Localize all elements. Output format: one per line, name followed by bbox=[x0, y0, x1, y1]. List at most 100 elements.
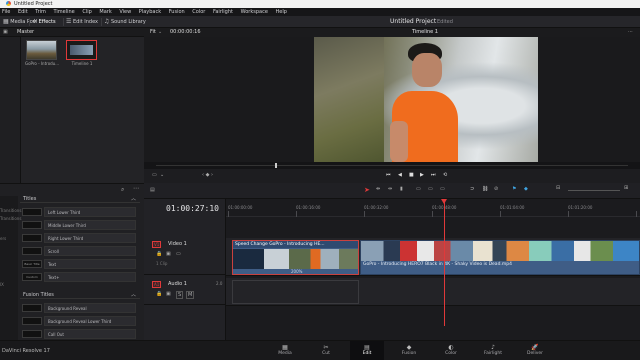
marker-icon[interactable]: ◆ bbox=[524, 186, 528, 192]
auto-select-icon[interactable]: ▣ bbox=[166, 291, 171, 297]
view-options-icon[interactable]: ▭ bbox=[152, 172, 157, 178]
collapse-icon[interactable]: ︿ bbox=[131, 291, 136, 299]
skip-to-end-icon[interactable]: ⏭ bbox=[431, 172, 436, 178]
more-options-icon[interactable]: ⋯ bbox=[628, 28, 633, 37]
stop-icon[interactable]: ■ bbox=[409, 172, 414, 178]
replace-clip-icon[interactable]: ▭ bbox=[440, 186, 445, 192]
video-frame[interactable] bbox=[314, 37, 538, 162]
skip-to-start-icon[interactable]: ⏮ bbox=[386, 172, 391, 178]
zoom-slider[interactable] bbox=[568, 190, 620, 191]
category-filters[interactable]: ers bbox=[0, 236, 6, 241]
menu-item-fusion[interactable]: Fusion bbox=[169, 9, 185, 15]
title-text-plus[interactable]: Custom TitleText+ bbox=[22, 272, 136, 282]
category-transitions[interactable]: Transitions bbox=[0, 208, 21, 213]
fusion-title-background-reveal-lower-third[interactable]: Background Reveal Lower Third bbox=[22, 316, 136, 326]
play-icon[interactable]: ▶ bbox=[420, 172, 424, 178]
fusion-titles-header[interactable]: Fusion Titles ︿ bbox=[20, 291, 140, 299]
timeline-view-options-icon[interactable]: ▤ bbox=[150, 187, 155, 193]
page-deliver[interactable]: 🚀 Deliver bbox=[518, 341, 552, 360]
clip-thumbnail-gopro[interactable] bbox=[26, 40, 57, 60]
menu-item-fairlight[interactable]: Fairlight bbox=[213, 9, 233, 15]
edit-index-button[interactable]: ☰ Edit Index bbox=[66, 16, 98, 28]
search-icon[interactable]: ⌕ bbox=[121, 186, 124, 194]
snapping-icon[interactable]: ⊃ bbox=[470, 186, 474, 192]
lock-icon[interactable]: 🔒 bbox=[156, 251, 162, 257]
fusion-title-call-out[interactable]: Call Out bbox=[22, 329, 136, 339]
menu-item-help[interactable]: Help bbox=[276, 9, 287, 15]
reverse-play-icon[interactable]: ◀ bbox=[398, 172, 402, 178]
auto-select-icon[interactable]: ▣ bbox=[166, 251, 171, 257]
fit-zoom-selector[interactable]: Fit bbox=[150, 28, 156, 37]
bin-list-icon[interactable]: ▣ bbox=[3, 28, 8, 37]
selection-tool-icon[interactable]: ➤ bbox=[364, 186, 370, 194]
menu-item-file[interactable]: File bbox=[2, 9, 10, 15]
clip-thumbnail-timeline[interactable] bbox=[66, 40, 97, 60]
title-middle-lower-third[interactable]: Middle Lower Third bbox=[22, 220, 136, 230]
category-transitions-2[interactable]: Transitions bbox=[0, 216, 21, 221]
video-clip-gopro[interactable]: GoPro - Introducing HERO7 Black in 4K - … bbox=[360, 240, 640, 275]
menu-item-mark[interactable]: Mark bbox=[99, 9, 111, 15]
insert-clip-icon[interactable]: ▭ bbox=[416, 186, 421, 192]
media-pool-panel: ▣ Master GoPro - Introdu... Timeline 1 bbox=[0, 28, 144, 183]
menu-item-playback[interactable]: Playback bbox=[139, 9, 161, 15]
menu-item-timeline[interactable]: Timeline bbox=[53, 9, 74, 15]
track-visibility-icon[interactable]: ▭ bbox=[176, 251, 181, 257]
title-label: Call Out bbox=[44, 329, 136, 339]
video-clip-speed-change[interactable]: Speed Change GoPro - Introducing HE... 2… bbox=[232, 240, 359, 275]
flag-icon[interactable]: ⚑ bbox=[512, 186, 516, 192]
viewer-duration-timecode: 00:00:00:16 bbox=[170, 29, 201, 35]
loop-icon[interactable]: ⟲ bbox=[443, 172, 447, 178]
lock-icon[interactable]: 🔒 bbox=[156, 291, 162, 297]
media-page-icon: ▦ bbox=[282, 344, 288, 351]
track-id-a1[interactable]: A1 bbox=[152, 281, 162, 288]
solo-button[interactable]: S bbox=[176, 291, 184, 299]
effects-library-panel: ⌕ ⋯ Transitions Transitions ers IX Title… bbox=[0, 183, 144, 341]
list-icon: ☰ bbox=[66, 18, 72, 25]
title-thumbnail-icon bbox=[22, 221, 42, 229]
dynamic-trim-icon[interactable]: ⇹ bbox=[388, 186, 392, 192]
page-fusion[interactable]: ◆ Fusion bbox=[392, 341, 426, 360]
ruler-label: 01:01:04:00 bbox=[500, 205, 525, 210]
track-id-v1[interactable]: V1 bbox=[152, 241, 162, 248]
overwrite-clip-icon[interactable]: ▭ bbox=[428, 186, 433, 192]
timeline-ruler[interactable]: 01:00:00:00 01:00:16:00 01:00:32:00 01:0… bbox=[226, 199, 640, 217]
titles-header[interactable]: Titles ︿ bbox=[20, 195, 140, 203]
menu-item-trim[interactable]: Trim bbox=[35, 9, 46, 15]
effects-button[interactable]: ✧ Effects bbox=[32, 16, 56, 28]
page-fairlight[interactable]: ♪ Fairlight bbox=[476, 341, 510, 360]
menu-item-workspace[interactable]: Workspace bbox=[241, 9, 268, 15]
viewer-scrubber[interactable] bbox=[144, 162, 640, 169]
zoom-in-icon[interactable]: ⊞ bbox=[624, 185, 628, 191]
sound-library-button[interactable]: ♫ Sound Library bbox=[104, 16, 146, 28]
chevron-down-icon: ⌄ bbox=[160, 172, 165, 178]
more-options-icon[interactable]: ⋯ bbox=[133, 185, 139, 192]
menu-item-view[interactable]: View bbox=[119, 9, 131, 15]
jog-icon[interactable]: ‹ ◆ › bbox=[202, 172, 213, 178]
page-navigation-bar: DaVinci Resolve 17 ▦ Media ✂ Cut ▤ Edit ◆ Fu… bbox=[0, 340, 640, 360]
title-label: Right Lower Third bbox=[44, 233, 136, 243]
menu-item-edit[interactable]: Edit bbox=[18, 9, 28, 15]
title-left-lower-third[interactable]: Left Lower Third bbox=[22, 207, 136, 217]
menu-item-color[interactable]: Color bbox=[192, 9, 205, 15]
effects-category-list: Transitions Transitions ers IX bbox=[0, 196, 21, 341]
zoom-out-icon[interactable]: ⊟ bbox=[556, 185, 560, 191]
title-right-lower-third[interactable]: Right Lower Third bbox=[22, 233, 136, 243]
fairlight-page-icon: ♪ bbox=[491, 344, 495, 351]
page-media[interactable]: ▦ Media bbox=[268, 341, 302, 360]
menu-item-clip[interactable]: Clip bbox=[82, 9, 91, 15]
category-fx[interactable]: IX bbox=[0, 282, 4, 287]
page-color[interactable]: ◐ Color bbox=[434, 341, 468, 360]
link-icon[interactable]: ⛓ bbox=[482, 186, 488, 192]
mute-button[interactable]: M bbox=[186, 291, 195, 299]
page-cut[interactable]: ✂ Cut bbox=[309, 341, 343, 360]
fusion-title-background-reveal[interactable]: Background Reveal bbox=[22, 303, 136, 313]
audio-channel-level: 2.0 bbox=[216, 281, 223, 286]
position-lock-icon[interactable]: ⊘ bbox=[494, 186, 498, 192]
page-edit[interactable]: ▤ Edit bbox=[350, 341, 384, 360]
collapse-icon[interactable]: ︿ bbox=[131, 195, 136, 203]
trim-tool-icon[interactable]: ⇼ bbox=[376, 186, 380, 192]
blade-tool-icon[interactable]: ▮ bbox=[400, 186, 403, 192]
scrubber-handle[interactable] bbox=[275, 163, 277, 168]
title-scroll[interactable]: Scroll bbox=[22, 246, 136, 256]
title-text[interactable]: Basic Title Text bbox=[22, 259, 136, 269]
